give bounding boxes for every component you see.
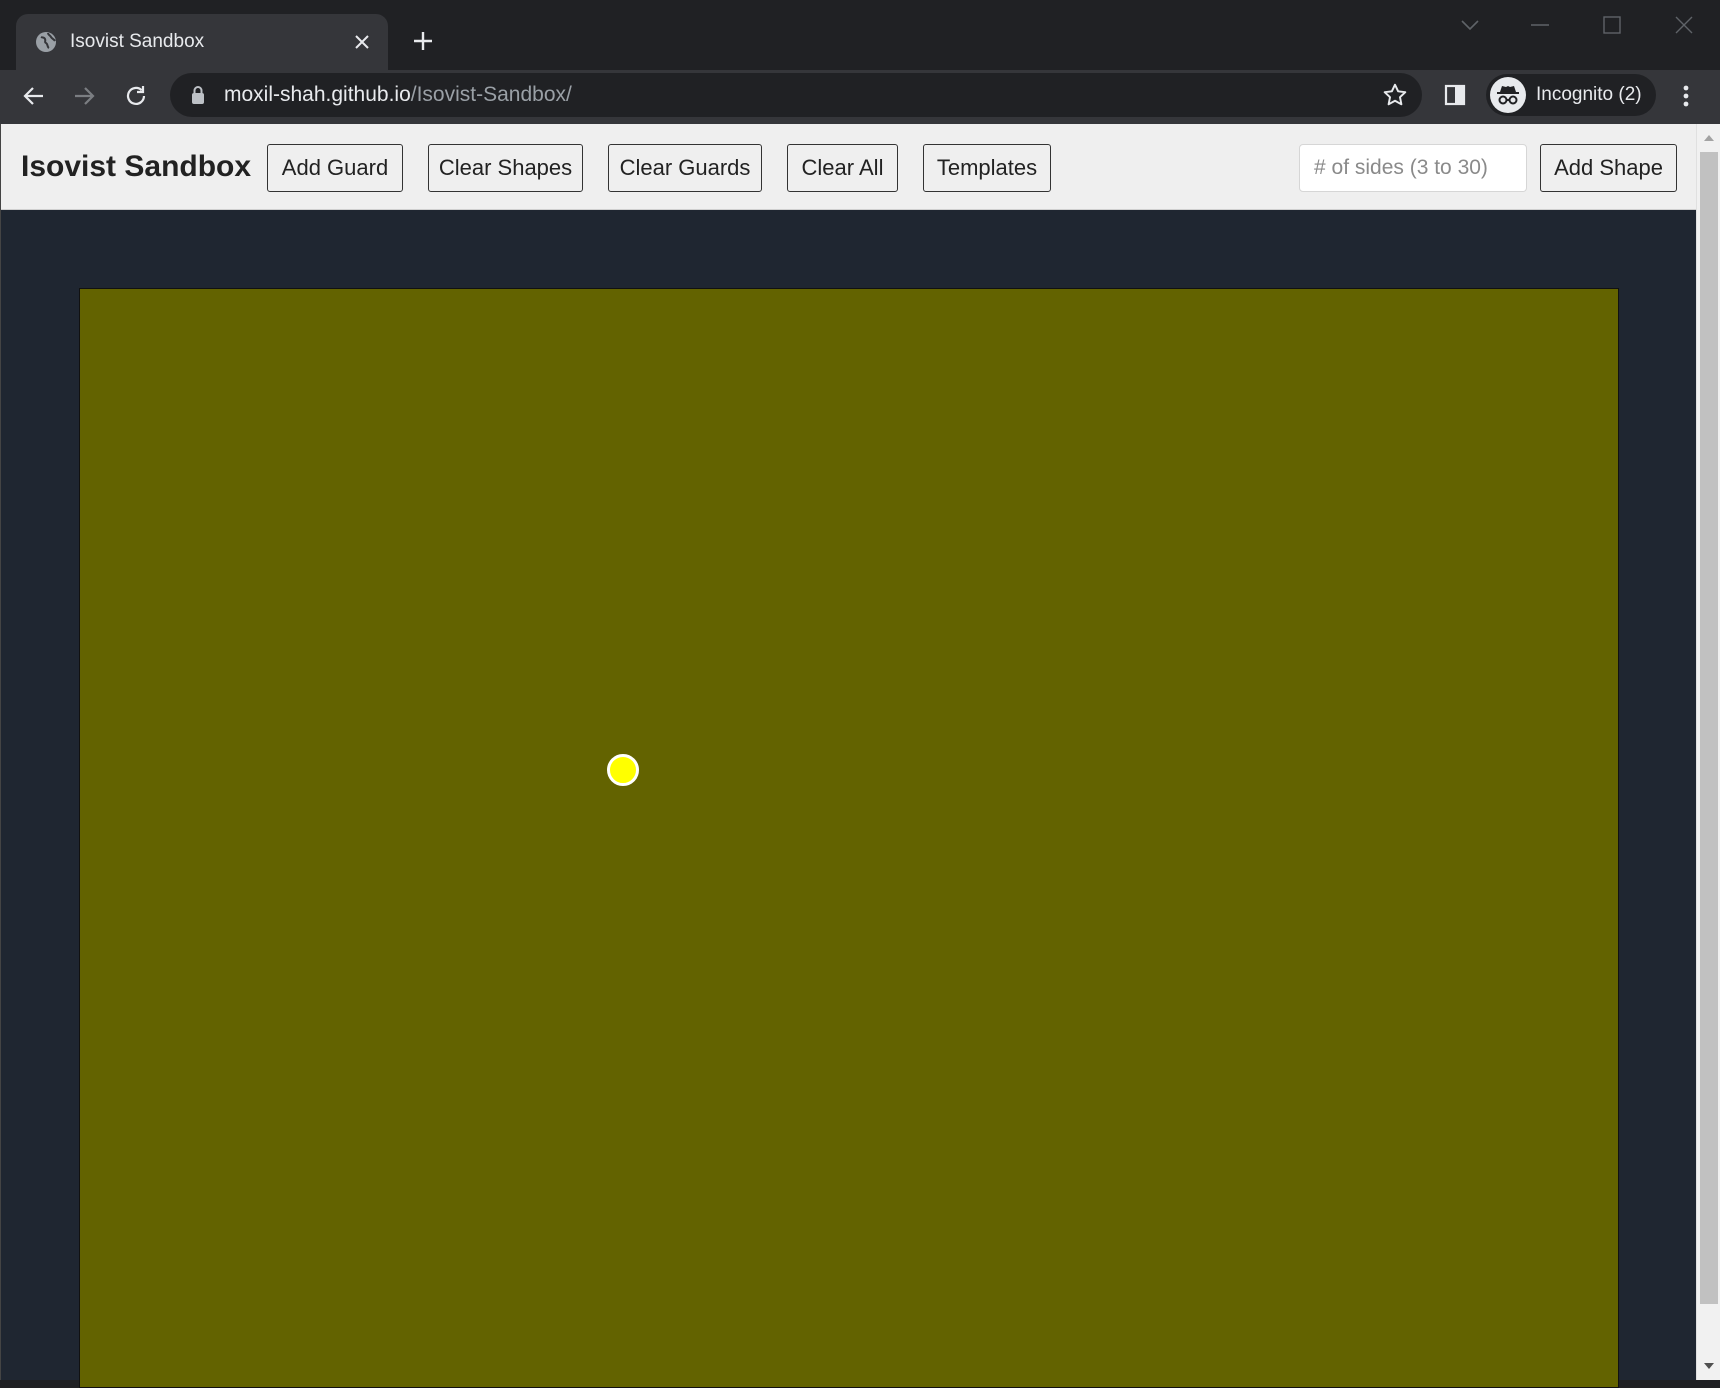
templates-button[interactable]: Templates (923, 144, 1051, 192)
reload-icon (126, 86, 146, 105)
incognito-profile-button[interactable]: Incognito (2) (1486, 74, 1656, 116)
forward-button[interactable] (64, 76, 104, 116)
side-panel-icon (1444, 84, 1466, 106)
browser-tab[interactable]: Isovist Sandbox (16, 14, 388, 70)
chevron-down-icon (1461, 20, 1479, 31)
vertical-scrollbar[interactable] (1696, 124, 1720, 1380)
sandbox-canvas[interactable] (79, 288, 1619, 1388)
clear-guards-button[interactable]: Clear Guards (608, 144, 762, 192)
scrollbar-thumb[interactable] (1700, 152, 1718, 1304)
scroll-down-arrow-icon[interactable] (1697, 1358, 1720, 1374)
tab-search-button[interactable] (1450, 8, 1490, 42)
globe-icon (34, 30, 58, 54)
browser-toolbar: moxil-shah.github.io/Isovist-Sandbox/ In… (0, 70, 1720, 124)
app-title: Isovist Sandbox (21, 150, 252, 183)
maximize-button[interactable] (1592, 8, 1632, 42)
close-tab-icon[interactable] (348, 28, 376, 56)
close-window-button[interactable] (1664, 8, 1704, 42)
page-viewport: Isovist Sandbox Add Guard Clear Shapes C… (0, 124, 1720, 1388)
page: Isovist Sandbox Add Guard Clear Shapes C… (0, 124, 1697, 1388)
close-icon (1675, 16, 1693, 34)
url-path: /Isovist-Sandbox/ (410, 83, 572, 106)
new-tab-button[interactable] (406, 24, 440, 58)
url-host: moxil-shah.github.io (224, 83, 411, 106)
minimize-icon (1531, 24, 1549, 26)
side-panel-button[interactable] (1440, 80, 1470, 110)
guard-point[interactable] (607, 754, 639, 786)
add-guard-button[interactable]: Add Guard (267, 144, 403, 192)
maximize-icon (1603, 16, 1621, 34)
more-vert-icon (1683, 85, 1689, 107)
browser-menu-button[interactable] (1672, 78, 1700, 114)
scroll-up-arrow-icon[interactable] (1697, 130, 1720, 146)
address-bar[interactable]: moxil-shah.github.io/Isovist-Sandbox/ (170, 73, 1422, 117)
add-shape-button[interactable]: Add Shape (1540, 144, 1677, 192)
plus-icon (414, 32, 432, 50)
lock-icon (190, 85, 206, 105)
incognito-icon (1490, 77, 1526, 113)
reload-button[interactable] (116, 76, 156, 116)
incognito-label: Incognito (2) (1536, 84, 1642, 105)
tab-title: Isovist Sandbox (70, 31, 205, 52)
minimize-button[interactable] (1520, 8, 1560, 42)
arrow-left-icon (23, 87, 43, 105)
bookmark-star-icon[interactable] (1382, 82, 1408, 108)
back-button[interactable] (14, 76, 54, 116)
tab-strip: Isovist Sandbox (0, 0, 1720, 70)
clear-shapes-button[interactable]: Clear Shapes (428, 144, 583, 192)
arrow-right-icon (75, 87, 95, 105)
browser-chrome: Isovist Sandbox moxil-shah.github.io/Iso… (0, 0, 1720, 124)
sides-input[interactable] (1299, 144, 1527, 192)
url-text: moxil-shah.github.io/Isovist-Sandbox/ (224, 82, 572, 108)
app-header: Isovist Sandbox Add Guard Clear Shapes C… (1, 124, 1697, 210)
clear-all-button[interactable]: Clear All (787, 144, 898, 192)
